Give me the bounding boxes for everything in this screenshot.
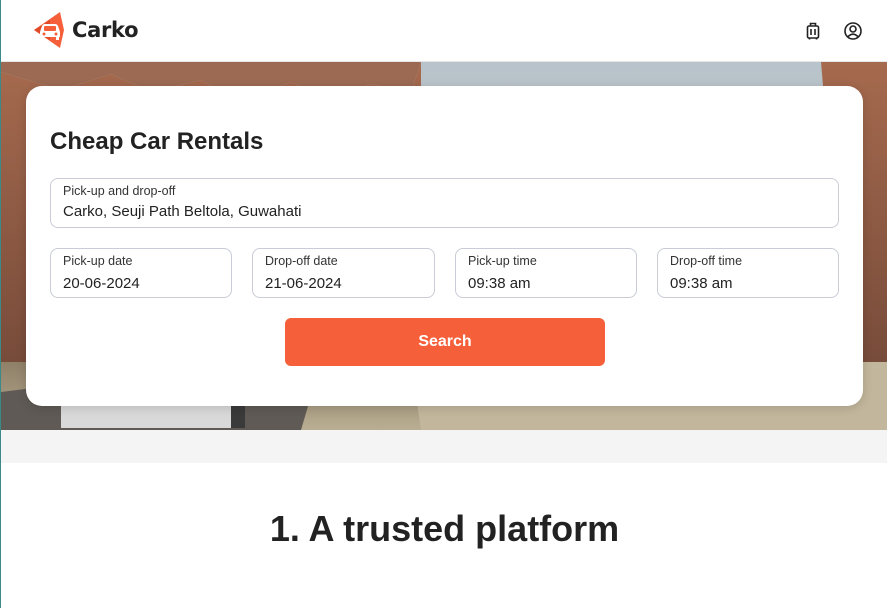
dropoff-date-label: Drop-off date — [265, 254, 338, 268]
dropoff-date-field[interactable]: Drop-off date 21-06-2024 — [252, 248, 435, 298]
pickup-time-label: Pick-up time — [468, 254, 537, 268]
luggage-icon[interactable] — [802, 20, 824, 42]
dropoff-time-label: Drop-off time — [670, 254, 743, 268]
pickup-dropoff-value[interactable]: Carko, Seuji Path Beltola, Guwahati — [63, 203, 301, 220]
dropoff-date-value[interactable]: 21-06-2024 — [265, 275, 342, 292]
dropoff-time-field[interactable]: Drop-off time 09:38 am — [657, 248, 839, 298]
pickup-time-value[interactable]: 09:38 am — [468, 275, 531, 292]
site-header: Carko — [1, 0, 887, 62]
pickup-date-label: Pick-up date — [63, 254, 133, 268]
car-logo-icon — [34, 12, 64, 48]
hero-banner: Cheap Car Rentals Pick-up and drop-off C… — [1, 62, 887, 430]
pickup-dropoff-label: Pick-up and drop-off — [63, 184, 176, 198]
card-title: Cheap Car Rentals — [50, 128, 264, 155]
brand-logo[interactable]: Carko — [30, 10, 139, 50]
page: Carko Cheap Car Rentals Pick-up and drop… — [0, 0, 887, 608]
pickup-dropoff-field[interactable]: Pick-up and drop-off Carko, Seuji Path B… — [50, 178, 839, 228]
brand-name: Carko — [72, 18, 139, 42]
dropoff-time-value[interactable]: 09:38 am — [670, 275, 733, 292]
section-divider — [1, 430, 887, 463]
user-account-icon[interactable] — [842, 20, 864, 42]
pickup-date-field[interactable]: Pick-up date 20-06-2024 — [50, 248, 232, 298]
search-card: Cheap Car Rentals Pick-up and drop-off C… — [26, 86, 863, 406]
pickup-time-field[interactable]: Pick-up time 09:38 am — [455, 248, 637, 298]
search-button[interactable]: Search — [285, 318, 605, 366]
pickup-date-value[interactable]: 20-06-2024 — [63, 275, 140, 292]
section-title: 1. A trusted platform — [269, 508, 620, 549]
